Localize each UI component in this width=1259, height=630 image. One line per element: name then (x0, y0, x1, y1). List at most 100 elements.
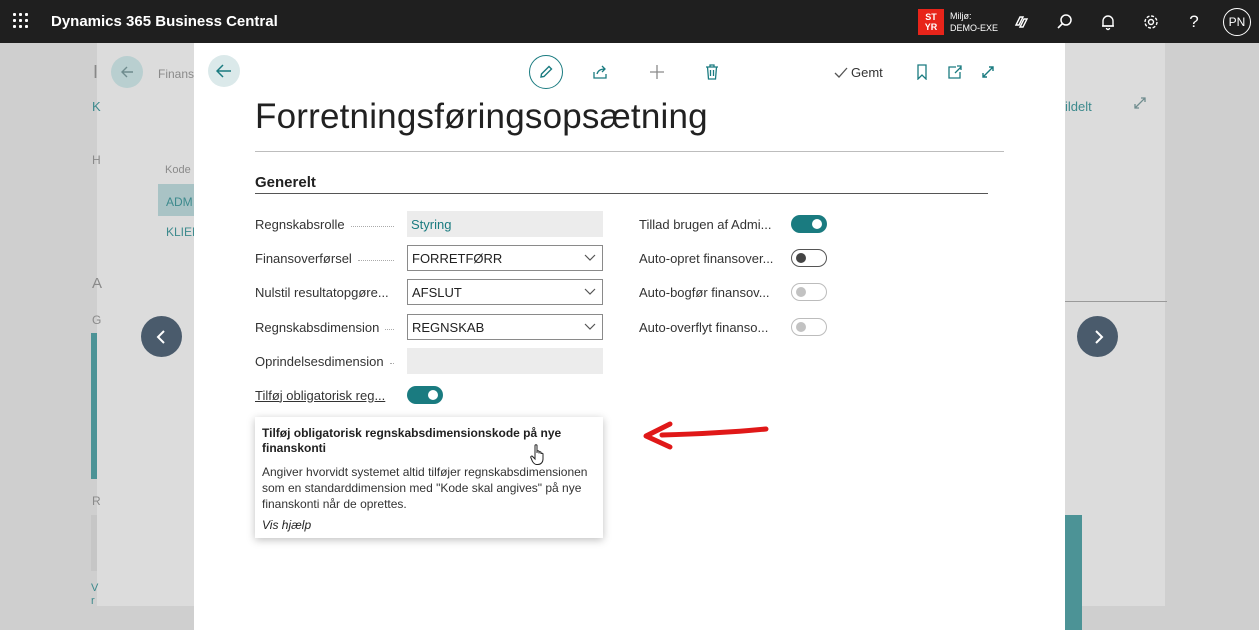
waffle-icon[interactable] (13, 13, 29, 29)
toggle-knob (796, 321, 806, 332)
chevron-down-icon (584, 254, 596, 261)
bell-icon[interactable] (1097, 11, 1119, 33)
leader-dots (357, 259, 394, 261)
toggle-knob (428, 390, 438, 400)
bg-box-left (91, 515, 97, 571)
bg-breadcrumb: Finans (158, 67, 195, 81)
bg-fragment-a: A (92, 275, 103, 292)
env-name: DEMO-EXE (950, 23, 999, 33)
open-new-window-button[interactable] (945, 63, 965, 81)
bg-row1: ADM (166, 195, 193, 209)
auto-opret-toggle[interactable] (791, 249, 827, 267)
label-text: Regnskabsrolle (255, 216, 345, 232)
bg-right-text: ildelt (1065, 99, 1092, 114)
nulstil-select[interactable]: AFSLUT (407, 279, 603, 305)
open-new-window-icon (948, 65, 962, 79)
bg-back-icon (111, 56, 143, 88)
bg-fragment-k: K (92, 99, 101, 114)
bg-divider (1065, 301, 1167, 302)
bookmark-icon (917, 64, 927, 80)
bookmark-button[interactable] (912, 63, 932, 81)
chevron-left-icon (156, 329, 165, 344)
toggle-knob (796, 286, 806, 297)
field-value-regnskabsrolle: Styring (407, 211, 603, 237)
share-icon (593, 65, 607, 79)
expand-button[interactable] (978, 63, 998, 81)
chevron-down-icon (584, 288, 596, 295)
bg-fragment-g: G (92, 313, 102, 327)
label-text: Nulstil resultatopgøre... (255, 284, 389, 300)
label-text[interactable]: Tilføj obligatorisk reg... (255, 388, 385, 403)
env-badge-line1: ST (925, 12, 937, 22)
field-tooltip: Tilføj obligatorisk regnskabsdimensionsk… (255, 417, 603, 538)
chevron-down-icon (584, 323, 596, 330)
env-badge-line2: YR (924, 22, 938, 32)
bg-fragment-r: R (92, 494, 101, 508)
select-value: FORRETFØRR (412, 250, 503, 266)
hand-cursor-icon (530, 444, 544, 465)
delete-button[interactable] (702, 63, 722, 81)
search-icon[interactable] (1054, 11, 1076, 33)
share-button[interactable] (590, 63, 610, 81)
previous-record-button[interactable] (141, 316, 182, 357)
field-label-regnskabsdimension: Regnskabsdimension (255, 314, 400, 340)
field-label-auto-opret: Auto-opret finansover... (639, 250, 774, 266)
tooltip-body: Angiver hvorvidt systemet altid tilføjer… (262, 465, 588, 511)
bg-col-header: Kode (165, 164, 191, 176)
field-value-oprindelsesdimension (407, 348, 603, 374)
gear-icon[interactable] (1140, 11, 1162, 33)
annotation-arrow-icon (643, 421, 769, 450)
avatar[interactable]: PN (1223, 8, 1251, 36)
tillad-brugen-toggle[interactable] (791, 215, 827, 233)
auto-overflyt-toggle (791, 318, 827, 336)
new-button[interactable] (647, 63, 667, 81)
field-label-tillad-brugen: Tillad brugen af Admi... (639, 216, 772, 232)
leader-dots (350, 225, 394, 227)
field-label-regnskabsrolle: Regnskabsrolle (255, 211, 400, 237)
arrow-left-icon (216, 64, 231, 78)
tilfoj-obligatorisk-toggle[interactable] (407, 386, 443, 404)
regnskabsdimension-select[interactable]: REGNSKAB (407, 314, 603, 340)
setup-dialog: Gemt Forretningsføringsopsætning Generel… (194, 43, 1065, 630)
saved-status: Gemt (834, 65, 883, 80)
label-text: Oprindelsesdimension (255, 353, 384, 369)
help-icon[interactable]: ? (1183, 11, 1205, 33)
expand-icon (982, 66, 994, 78)
back-button[interactable] (208, 55, 240, 87)
field-label-finansoverforsel: Finansoverførsel (255, 245, 400, 271)
bg-fragment-v: V (91, 582, 99, 594)
label-text: Finansoverførsel (255, 250, 352, 266)
chevron-right-icon (1094, 329, 1103, 344)
toggle-knob (796, 252, 806, 263)
section-title-generelt[interactable]: Generelt (255, 174, 316, 191)
bg-bar-left (91, 333, 97, 479)
select-value: AFSLUT (412, 284, 462, 300)
env-label: Miljø: (950, 11, 972, 21)
next-record-button[interactable] (1077, 316, 1118, 357)
pencil-icon (540, 65, 553, 78)
bg-fragment-h: H (92, 153, 101, 167)
bg-bar-right (1065, 515, 1082, 630)
page-title: Forretningsføringsopsætning (255, 97, 708, 136)
edit-button[interactable] (529, 55, 563, 89)
environment-badge: ST YR (918, 9, 944, 35)
finansoverforsel-select[interactable]: FORRETFØRR (407, 245, 603, 271)
select-value: REGNSKAB (412, 319, 485, 335)
bg-title-fragment: I (93, 62, 99, 82)
environment-info: Miljø: DEMO-EXE (950, 10, 998, 34)
app-title[interactable]: Dynamics 365 Business Central (51, 13, 278, 30)
copilot-icon[interactable] (1010, 11, 1032, 33)
saved-label: Gemt (851, 65, 883, 80)
checkmark-icon (834, 67, 848, 78)
field-label-nulstil: Nulstil resultatopgøre... (255, 279, 400, 305)
top-bar: Dynamics 365 Business Central ST YR Milj… (0, 0, 1259, 43)
title-divider (255, 151, 1004, 152)
tooltip-help-link[interactable]: Vis hjælp (262, 518, 596, 532)
field-label-oprindelsesdimension: Oprindelsesdimension (255, 348, 400, 374)
leader-dots (385, 328, 394, 330)
bg-fragment-r-link: r (91, 595, 95, 607)
leader-dots (389, 362, 394, 364)
field-label-tilfoj-obligatorisk[interactable]: Tilføj obligatorisk reg... (255, 382, 400, 408)
plus-icon (650, 65, 664, 79)
trash-icon (706, 64, 718, 80)
